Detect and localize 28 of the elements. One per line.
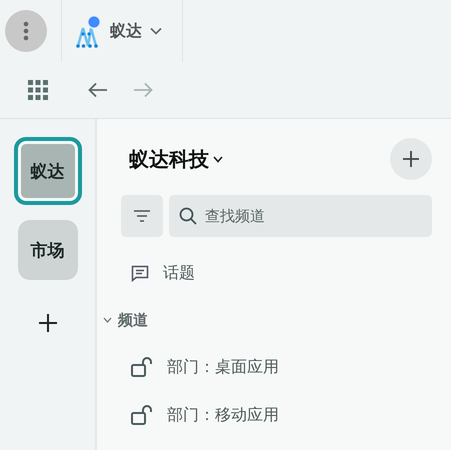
channel-item[interactable]: 部门：桌面应用 xyxy=(167,356,279,378)
chevron-down-icon xyxy=(213,156,223,162)
organization-title[interactable]: 蚁达科技 xyxy=(121,146,223,172)
app-tab[interactable]: 蚁达 xyxy=(62,0,182,62)
more-button[interactable] xyxy=(5,10,47,52)
chevron-down-icon xyxy=(150,27,162,35)
topics-item[interactable]: 话题 xyxy=(163,262,195,284)
apps-grid-button[interactable] xyxy=(28,80,48,100)
unlocked-icon xyxy=(131,357,153,377)
grid-icon xyxy=(28,80,48,100)
message-icon xyxy=(131,264,149,282)
workspace-button[interactable]: 市场 xyxy=(18,220,78,280)
section-header[interactable]: 频道 xyxy=(118,310,148,330)
search-field[interactable]: 查找频道 xyxy=(169,195,432,237)
filter-icon xyxy=(133,210,151,222)
back-arrow-icon xyxy=(88,82,108,98)
chevron-down-icon[interactable] xyxy=(103,317,112,323)
channel-item[interactable]: 部门：移动应用 xyxy=(167,404,279,426)
back-button[interactable] xyxy=(88,82,108,98)
app-logo-icon xyxy=(74,14,102,48)
plus-icon xyxy=(402,150,420,168)
unlocked-icon xyxy=(131,405,153,425)
add-workspace-button[interactable] xyxy=(38,313,58,333)
add-button[interactable] xyxy=(390,138,432,180)
workspace-button[interactable]: 蚁达 xyxy=(14,137,82,205)
more-icon xyxy=(23,21,29,41)
plus-icon xyxy=(38,313,58,333)
forward-arrow-icon xyxy=(133,82,153,98)
